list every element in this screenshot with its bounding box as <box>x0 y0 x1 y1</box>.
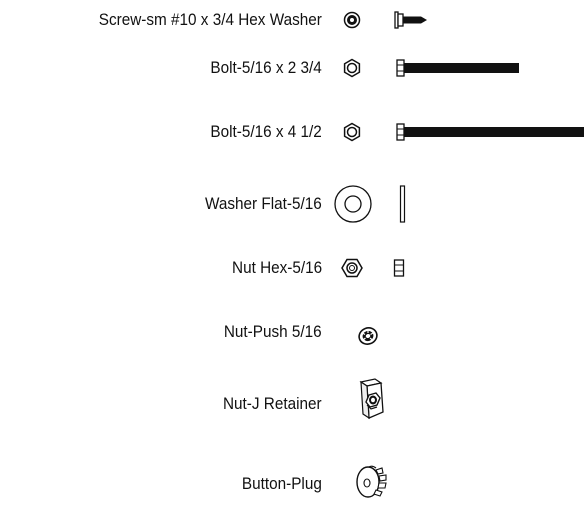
part-row-washer: Washer Flat-5/16 <box>0 184 587 224</box>
part-row-screw: Screw-sm #10 x 3/4 Hex Washer <box>0 0 587 40</box>
part-label: Washer Flat-5/16 <box>205 194 322 213</box>
hex-head-icon <box>343 122 361 142</box>
j-retainer-nut-icon <box>359 378 384 420</box>
flat-washer-icon <box>334 185 372 223</box>
part-label: Bolt-5/16 x 4 1/2 <box>210 122 322 141</box>
part-row-j-retainer: Nut-J Retainer <box>0 378 587 424</box>
part-label: Nut-Push 5/16 <box>224 322 322 341</box>
part-label: Bolt-5/16 x 2 3/4 <box>210 58 322 77</box>
push-nut-icon <box>358 327 378 345</box>
part-label: Screw-sm #10 x 3/4 Hex Washer <box>98 10 322 29</box>
long-bolt-side-view-icon <box>396 123 584 141</box>
part-label: Nut Hex-5/16 <box>231 258 322 277</box>
bolt-side-view-icon <box>396 59 519 77</box>
hex-nut-icon <box>341 258 363 278</box>
button-plug-icon <box>356 465 387 498</box>
washer-side-view-icon <box>399 185 406 223</box>
screw-side-view-icon <box>394 11 427 29</box>
part-row-push-nut: Nut-Push 5/16 <box>0 312 587 352</box>
hex-washer-head-icon <box>343 11 361 29</box>
hex-head-icon <box>343 58 361 78</box>
part-row-hex-nut: Nut Hex-5/16 <box>0 248 587 288</box>
part-row-bolt-long: Bolt-5/16 x 4 1/2 <box>0 112 587 152</box>
part-label: Button-Plug <box>242 474 322 493</box>
part-label: Nut-J Retainer <box>223 394 322 413</box>
part-row-bolt-short: Bolt-5/16 x 2 3/4 <box>0 48 587 88</box>
nut-side-view-icon <box>393 259 405 277</box>
part-row-button-plug: Button-Plug <box>0 464 587 504</box>
